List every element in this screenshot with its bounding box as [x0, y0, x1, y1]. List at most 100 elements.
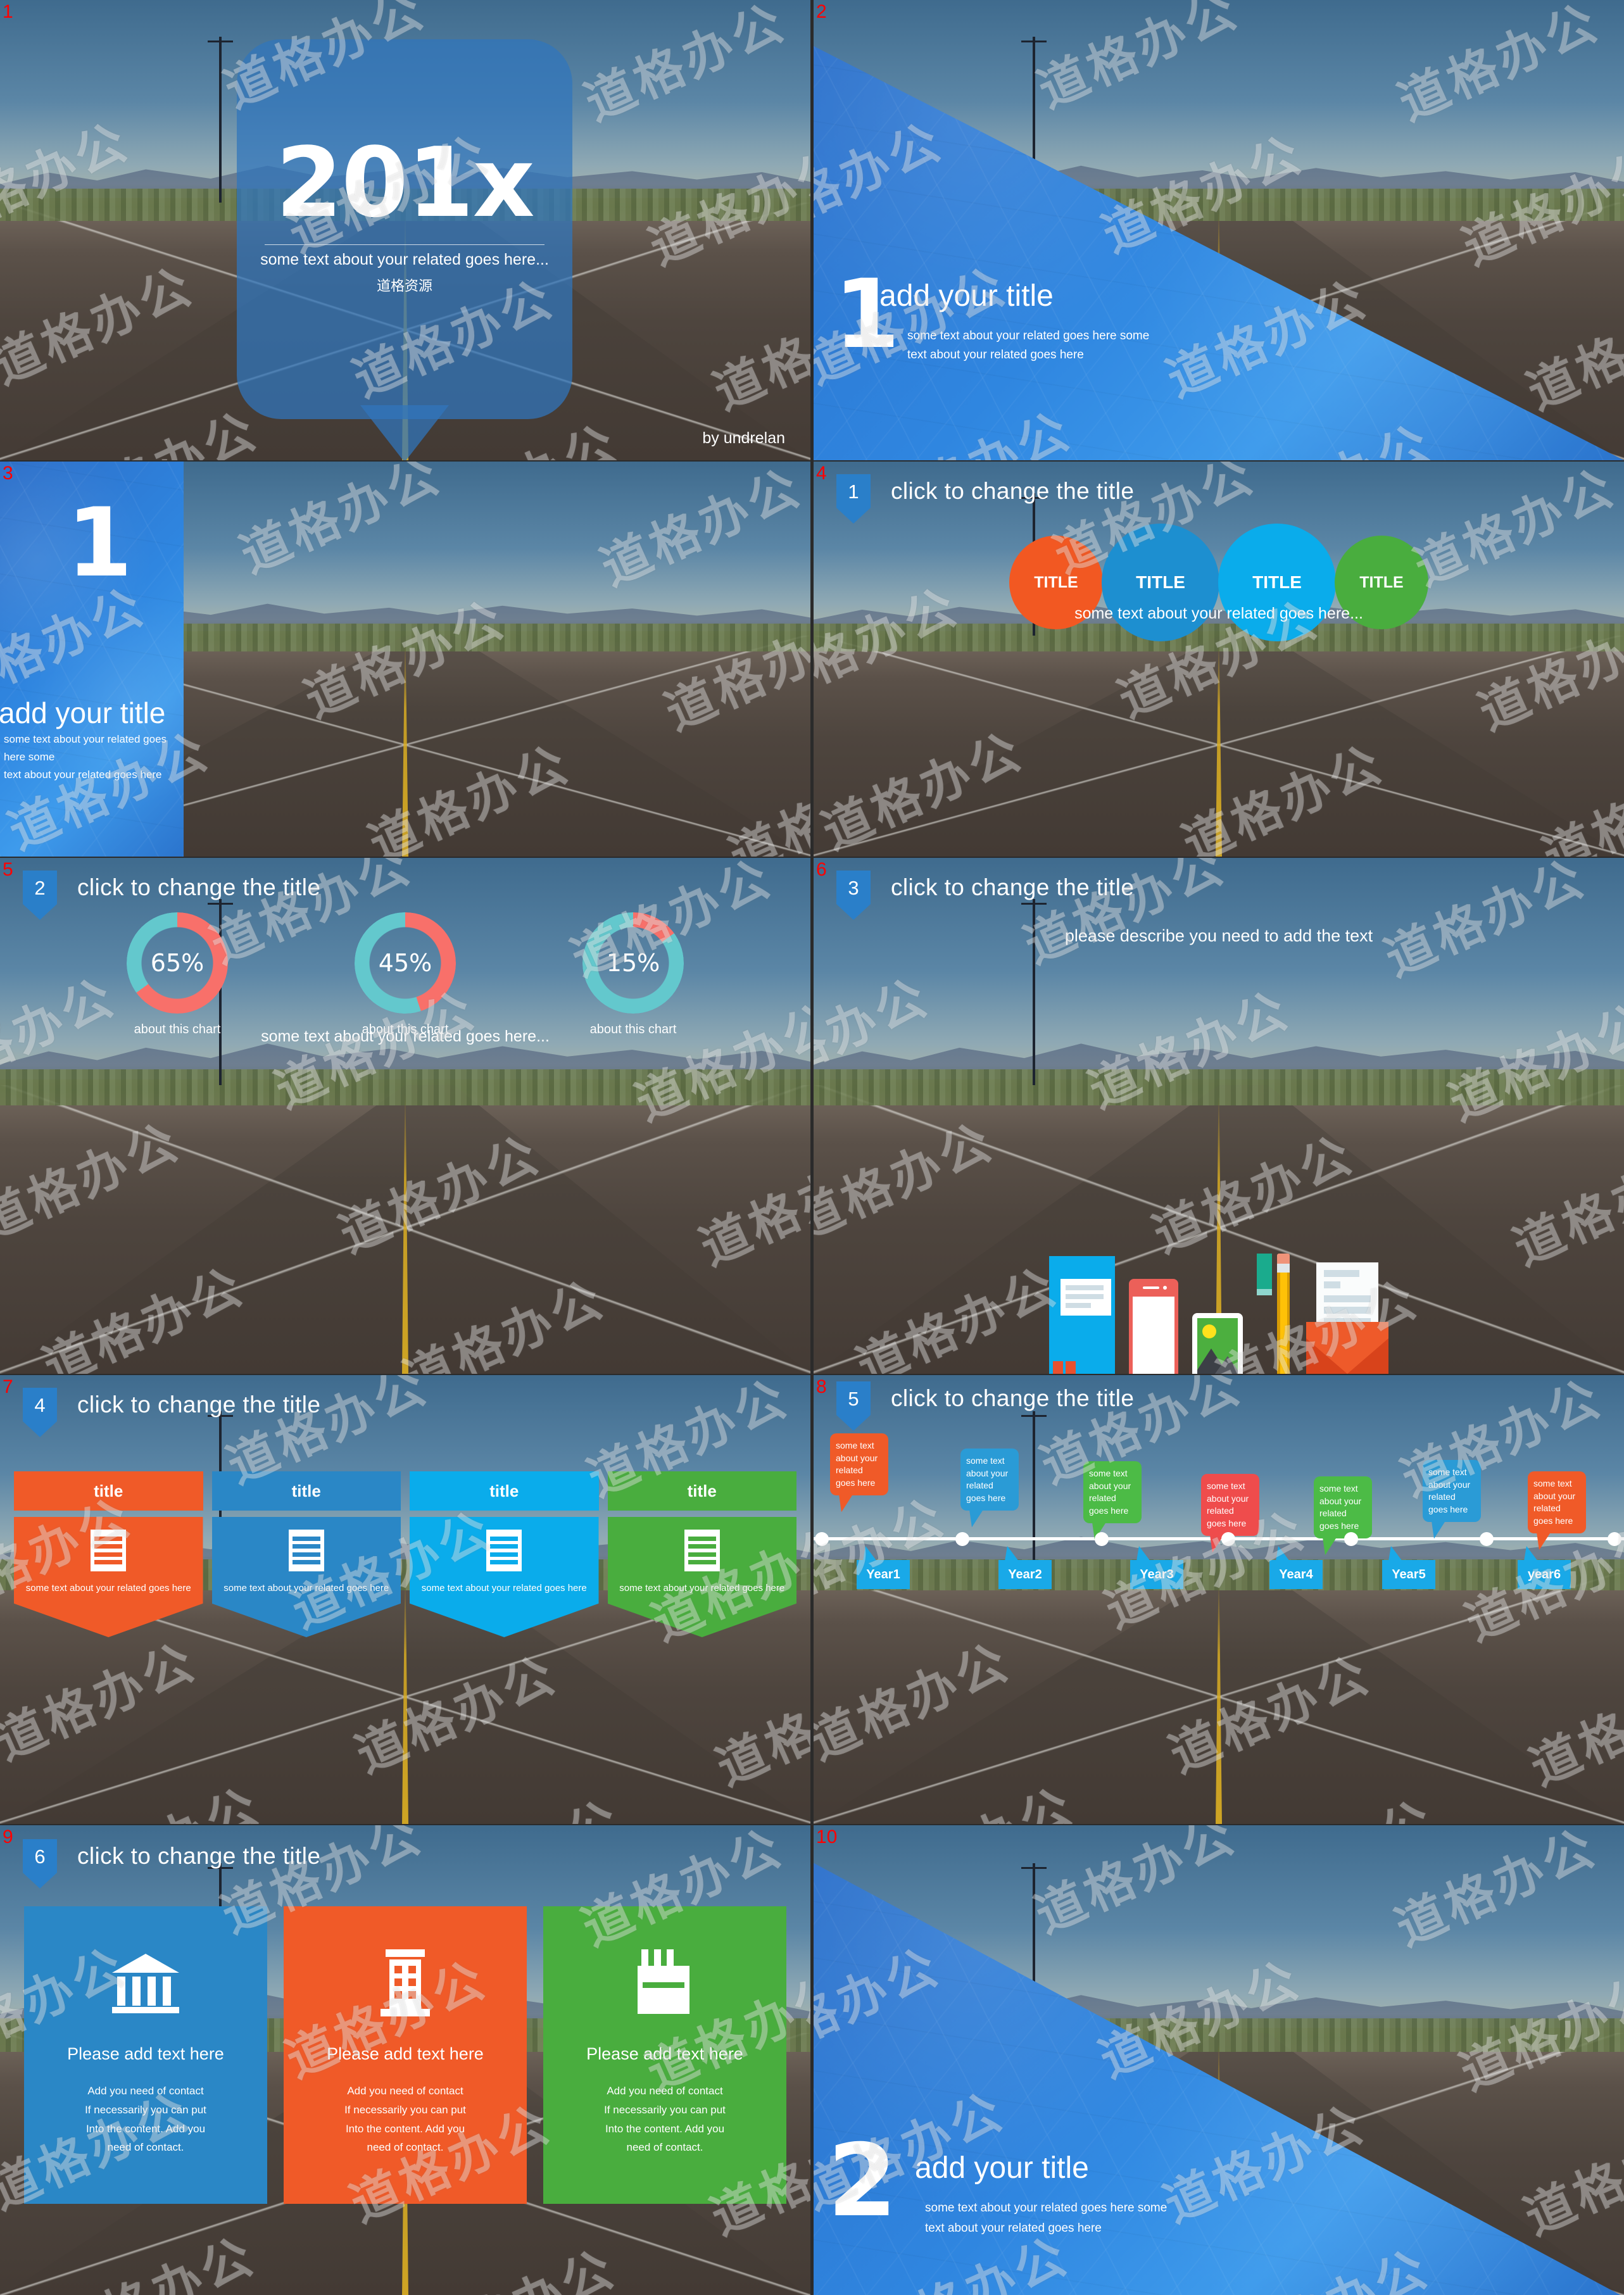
timeline-bubble[interactable]: some text about your related goes here	[1423, 1460, 1481, 1523]
bubble-text: some text about your related goes here	[1089, 1468, 1131, 1516]
slide-number: 6	[816, 859, 827, 880]
donut-chart-item[interactable]: 45% about this chart	[355, 912, 456, 1037]
section-title: add your title	[879, 279, 1054, 313]
bubble-text: some text about your related goes here	[1533, 1478, 1576, 1526]
section-badge: 3	[836, 871, 871, 920]
slide-6[interactable]: 3 click to change the title please descr…	[814, 858, 1624, 1374]
banner-header: title	[14, 1471, 203, 1511]
year-label: year6	[1527, 1567, 1561, 1581]
slide-8[interactable]: 5 click to change the title some text ab…	[814, 1375, 1624, 1824]
smartphone-icon	[1129, 1279, 1178, 1374]
info-card[interactable]: Please add text here Add you need of con…	[543, 1906, 786, 2204]
list-icon	[486, 1530, 522, 1571]
donut-value: 65%	[150, 949, 205, 977]
banner-column[interactable]: title some text about your related goes …	[211, 1471, 401, 1637]
card-title: Please add text here	[327, 2044, 484, 2063]
card-text: Add you need of contact If necessarily yo…	[344, 2085, 466, 2154]
slide-9[interactable]: 6 click to change the title Please add t…	[0, 1825, 810, 2295]
slide-number: 4	[816, 463, 827, 484]
timeline-node[interactable]	[1095, 1532, 1109, 1546]
banner-text: some text about your related goes here	[223, 1583, 389, 1594]
timeline-bubble[interactable]: some text about your related goes here	[1083, 1461, 1142, 1524]
banner-column[interactable]: title some text about your related goes …	[607, 1471, 796, 1637]
slide-5[interactable]: 2 click to change the title 65% about th…	[0, 858, 810, 1374]
timeline-node[interactable]	[1480, 1532, 1494, 1546]
timeline-year-tag[interactable]: Year5	[1382, 1560, 1435, 1589]
section-number: 1	[66, 488, 133, 598]
banner-column[interactable]: title some text about your related goes …	[14, 1471, 203, 1637]
slide-number: 8	[816, 1376, 827, 1397]
slide-10[interactable]: 2 add your title some text about your re…	[814, 1825, 1624, 2295]
banner-header: title	[607, 1471, 796, 1511]
timeline-year-tag[interactable]: year6	[1518, 1560, 1571, 1589]
slide-number: 1	[3, 1, 13, 22]
card-title: Please add text here	[67, 2044, 224, 2063]
card-text: Add you need of contact If necessarily yo…	[604, 2085, 726, 2154]
section-subtitle-line1: some text about your related goes here s…	[925, 2201, 1168, 2215]
page-title: click to change the title	[891, 874, 1135, 900]
donut-value: 15%	[606, 949, 660, 977]
slide-7[interactable]: 4 click to change the title title some t…	[0, 1375, 810, 1824]
section-badge: 6	[23, 1839, 57, 1889]
timeline-node[interactable]	[1344, 1532, 1358, 1546]
bank-icon	[108, 1943, 183, 2023]
cover-year: 201x	[275, 127, 534, 239]
bubble-text: some text about your related goes here	[966, 1456, 1009, 1503]
timeline-bubble[interactable]: some text about your related goes here	[1528, 1471, 1586, 1534]
section-badge: 5	[836, 1381, 871, 1431]
section-title: add your title	[0, 696, 166, 729]
timeline-node[interactable]	[1608, 1532, 1621, 1546]
banner-header: title	[211, 1471, 401, 1511]
slide-heading: 6 click to change the title	[23, 1839, 320, 1889]
slide-heading: 3 click to change the title	[836, 871, 1134, 920]
timeline-year-tag[interactable]: Year4	[1269, 1560, 1323, 1589]
donut-chart-item[interactable]: 65% about this chart	[127, 912, 228, 1037]
timeline-bubble[interactable]: some text about your related goes here	[830, 1433, 888, 1496]
slide-4[interactable]: 1 click to change the title TITLE TITLE …	[814, 462, 1624, 857]
slide-number: 2	[816, 1, 827, 22]
subtitle-line2: text about your related goes here	[4, 769, 162, 781]
timeline-year-tag[interactable]: Year2	[998, 1560, 1052, 1589]
slide-number: 5	[3, 859, 13, 880]
banner-column[interactable]: title some text about your related goes …	[410, 1471, 599, 1637]
slide-2[interactable]: 1 add your title some text about your re…	[814, 0, 1624, 460]
timeline-node[interactable]	[955, 1532, 969, 1546]
year-label: Year5	[1392, 1567, 1426, 1581]
circle-item[interactable]: TITLE	[1218, 524, 1336, 641]
slide-3[interactable]: 1 add your title some text about your re…	[0, 462, 810, 857]
info-card[interactable]: Please add text here Add you need of con…	[24, 1906, 267, 2204]
banner-text: some text about your related goes here	[421, 1583, 587, 1594]
circle-label: TITLE	[1252, 572, 1302, 592]
section-subtitle-line1: some text about your related goes here s…	[907, 329, 1150, 343]
year-label: Year3	[1140, 1567, 1174, 1581]
circle-item[interactable]: TITLE	[1102, 524, 1219, 641]
timeline-bubble[interactable]: some text about your related goes here	[1314, 1476, 1372, 1539]
timeline-year-tag[interactable]: Year3	[1130, 1560, 1183, 1589]
slide-number: 10	[816, 1827, 838, 1847]
timeline-bubble[interactable]: some text about your related goes here	[960, 1449, 1019, 1511]
section-subtitle-line2: text about your related goes here	[925, 2222, 1102, 2235]
donut-chart-item[interactable]: 15% about this chart	[582, 912, 684, 1037]
timeline-node[interactable]	[815, 1532, 829, 1546]
circle-label: TITLE	[1034, 573, 1078, 591]
timeline-bubble[interactable]: some text about your related goes here	[1201, 1474, 1259, 1537]
subtitle-line1: some text about your related goes here s…	[4, 733, 167, 764]
bubble-text: some text about your related goes here	[1428, 1467, 1471, 1514]
timeline-node[interactable]	[1221, 1532, 1235, 1546]
list-icon	[91, 1530, 127, 1571]
banner-grid: title some text about your related goes …	[14, 1471, 796, 1637]
bubble-text: some text about your related goes here	[836, 1440, 878, 1488]
slide-deck: 201x some text about your related goes h…	[0, 0, 1624, 2295]
slide-heading: 5 click to change the title	[836, 1381, 1134, 1431]
divider-rule	[265, 244, 544, 245]
section-subtitle-line2: text about your related goes here	[907, 348, 1084, 362]
circle-label: TITLE	[1359, 573, 1404, 591]
timeline-year-tag[interactable]: Year1	[857, 1560, 910, 1589]
slide-1[interactable]: 201x some text about your related goes h…	[0, 0, 810, 460]
info-card[interactable]: Please add text here Add you need of con…	[284, 1906, 527, 2204]
envelope-icon	[1306, 1262, 1388, 1374]
donut-chart-row: 65% about this chart 45% about this char…	[0, 912, 810, 1037]
page-title: click to change the title	[77, 874, 321, 900]
banner-body: some text about your related goes here	[14, 1517, 203, 1637]
photo-icon	[1192, 1313, 1243, 1374]
